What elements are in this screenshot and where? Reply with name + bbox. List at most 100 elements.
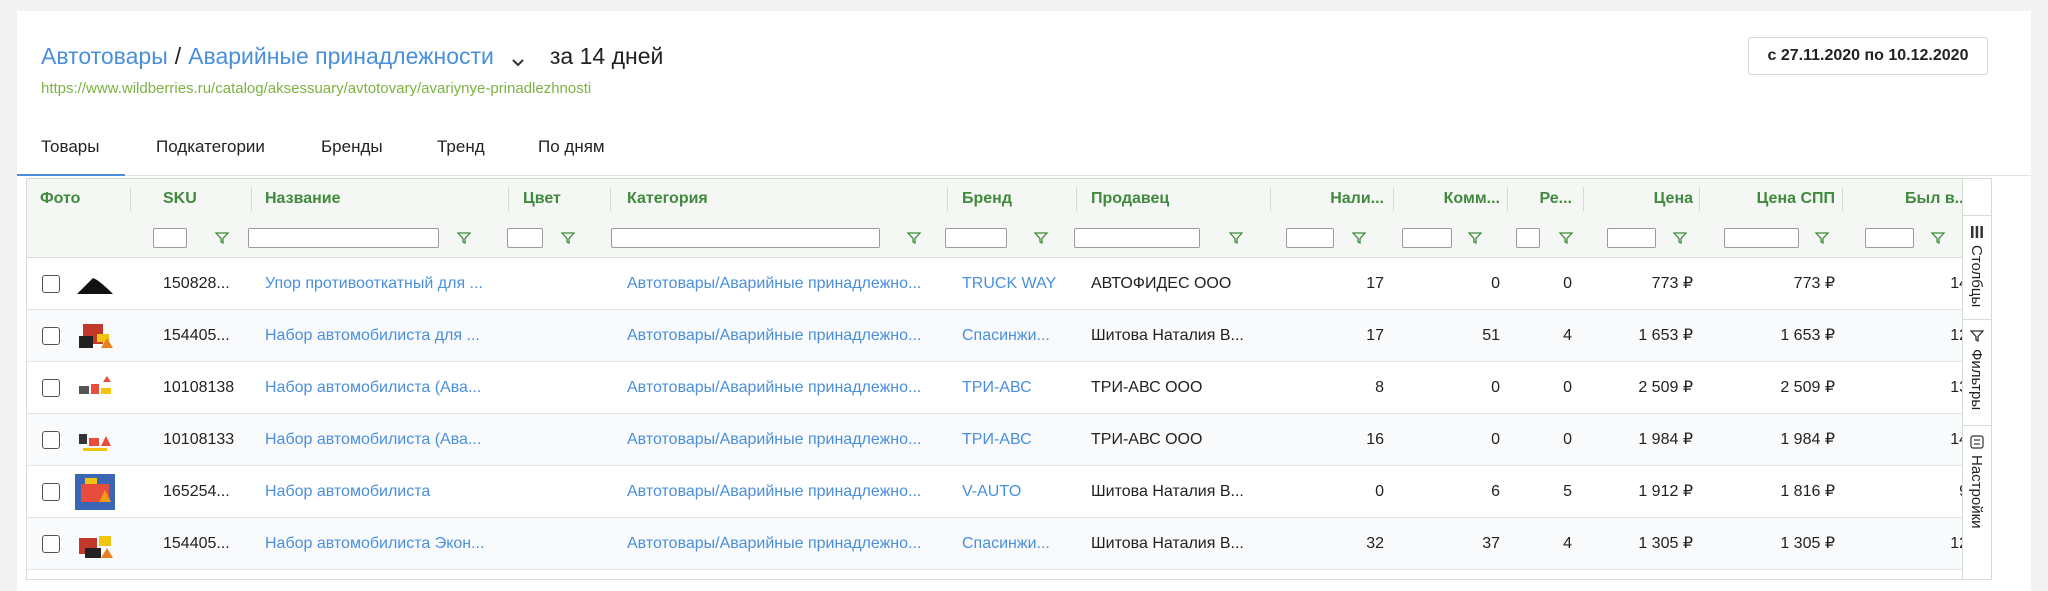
- product-thumbnail[interactable]: [75, 526, 115, 562]
- brand-link[interactable]: V-AUTO: [962, 466, 1068, 517]
- column-header-photo[interactable]: Фото: [40, 179, 80, 219]
- seller-filter-input[interactable]: [1074, 228, 1200, 248]
- table-row[interactable]: 10108138 Набор автомобилиста (Ава... Авт…: [27, 362, 1989, 414]
- table-row[interactable]: 154405... Набор автомобилиста Экон... Ав…: [27, 518, 1989, 570]
- category-link[interactable]: Автотовары/Аварийные принадлежно...: [627, 414, 939, 465]
- product-name-link[interactable]: Набор автомобилиста: [265, 466, 497, 517]
- table-row[interactable]: 165254... Набор автомобилиста Автотовары…: [27, 466, 1989, 518]
- filter-icon[interactable]: [215, 231, 229, 245]
- tab-by-days[interactable]: По дням: [538, 137, 605, 157]
- brand-link[interactable]: ТРИ-АВС: [962, 362, 1068, 413]
- column-divider[interactable]: [1699, 187, 1700, 211]
- column-divider[interactable]: [1076, 187, 1077, 211]
- product-name-link[interactable]: Набор автомобилиста (Ава...: [265, 414, 497, 465]
- column-header-reviews[interactable]: Ре...: [1512, 179, 1572, 219]
- product-thumbnail[interactable]: [75, 422, 115, 458]
- column-divider[interactable]: [130, 187, 131, 211]
- stock-filter-input[interactable]: [1286, 228, 1334, 248]
- row-checkbox[interactable]: [42, 431, 60, 449]
- product-thumbnail[interactable]: [75, 318, 115, 354]
- filter-icon[interactable]: [1815, 231, 1829, 245]
- column-header-was-in-stock[interactable]: Был в...: [1847, 179, 1968, 219]
- filter-icon[interactable]: [1931, 231, 1945, 245]
- name-filter-input[interactable]: [248, 228, 439, 248]
- breadcrumb-current-link[interactable]: Аварийные принадлежности: [188, 43, 494, 70]
- brand-link[interactable]: Спасинжи...: [962, 310, 1068, 361]
- product-name-link[interactable]: Набор автомобилиста (Ава...: [265, 362, 497, 413]
- filter-icon[interactable]: [457, 231, 471, 245]
- category-link[interactable]: Автотовары/Аварийные принадлежно...: [627, 518, 939, 569]
- tab-subcategories[interactable]: Подкатегории: [156, 137, 265, 157]
- reviews-filter-input[interactable]: [1516, 228, 1540, 248]
- filter-icon[interactable]: [1034, 231, 1048, 245]
- column-divider[interactable]: [1270, 187, 1271, 211]
- column-divider[interactable]: [1842, 187, 1843, 211]
- category-link[interactable]: Автотовары/Аварийные принадлежно...: [627, 310, 939, 361]
- category-filter-input[interactable]: [611, 228, 880, 248]
- row-checkbox[interactable]: [42, 275, 60, 293]
- color-filter-input[interactable]: [507, 228, 543, 248]
- tab-products[interactable]: Товары: [16, 137, 127, 176]
- product-thumbnail[interactable]: [75, 266, 115, 302]
- filter-icon[interactable]: [1468, 231, 1482, 245]
- category-url[interactable]: https://www.wildberries.ru/catalog/akses…: [41, 80, 591, 97]
- filter-icon[interactable]: [1352, 231, 1366, 245]
- brand-filter-input[interactable]: [945, 228, 1007, 248]
- product-thumbnail[interactable]: [75, 370, 115, 406]
- category-link[interactable]: Автотовары/Аварийные принадлежно...: [627, 362, 939, 413]
- product-name-link[interactable]: Набор автомобилиста для ...: [265, 310, 497, 361]
- price-filter-input[interactable]: [1607, 228, 1656, 248]
- column-divider[interactable]: [610, 187, 611, 211]
- was-in-stock-filter-input[interactable]: [1865, 228, 1914, 248]
- column-header-seller[interactable]: Продавец: [1091, 179, 1169, 219]
- breadcrumb-root-link[interactable]: Автотовары: [41, 43, 168, 70]
- side-tab-settings[interactable]: Настройки: [1963, 425, 1991, 581]
- filter-icon[interactable]: [561, 231, 575, 245]
- category-link[interactable]: Автотовары/Аварийные принадлежно...: [627, 466, 939, 517]
- filter-icon[interactable]: [1559, 231, 1573, 245]
- product-thumbnail[interactable]: [75, 474, 115, 510]
- filter-icon[interactable]: [1229, 231, 1243, 245]
- brand-link[interactable]: ТРИ-АВС: [962, 414, 1068, 465]
- brand-link[interactable]: TRUCK WAY: [962, 258, 1068, 309]
- chevron-down-icon[interactable]: [510, 49, 526, 66]
- table-row[interactable]: 10108133 Набор автомобилиста (Ава... Авт…: [27, 414, 1989, 466]
- tab-trend[interactable]: Тренд: [437, 137, 485, 157]
- table-row[interactable]: 154405... Набор автомобилиста для ... Ав…: [27, 310, 1989, 362]
- row-checkbox[interactable]: [42, 483, 60, 501]
- column-divider[interactable]: [1583, 187, 1584, 211]
- column-header-brand[interactable]: Бренд: [962, 179, 1012, 219]
- product-name-link[interactable]: Набор автомобилиста Экон...: [265, 518, 497, 569]
- column-divider[interactable]: [251, 187, 252, 211]
- column-header-stock[interactable]: Нали...: [1277, 179, 1384, 219]
- table-row[interactable]: 150828... Упор противооткатный для ... А…: [27, 258, 1989, 310]
- side-tab-filters[interactable]: Фильтры: [1963, 319, 1991, 426]
- table-header: Фото SKU Название Цвет Категория Бренд П…: [27, 179, 1989, 220]
- date-range-button[interactable]: с 27.11.2020 по 10.12.2020: [1748, 37, 1988, 75]
- sku-filter-input[interactable]: [153, 228, 187, 248]
- column-header-sku[interactable]: SKU: [163, 179, 197, 219]
- column-header-price[interactable]: Цена: [1587, 179, 1693, 219]
- column-divider[interactable]: [508, 187, 509, 211]
- column-header-comments[interactable]: Комм...: [1397, 179, 1500, 219]
- column-divider[interactable]: [947, 187, 948, 211]
- stock-cell: 8: [1375, 379, 1384, 396]
- column-header-category[interactable]: Категория: [627, 179, 708, 219]
- row-checkbox[interactable]: [42, 379, 60, 397]
- product-name-link[interactable]: Упор противооткатный для ...: [265, 258, 497, 309]
- row-checkbox[interactable]: [42, 535, 60, 553]
- price-spp-filter-input[interactable]: [1724, 228, 1799, 248]
- column-header-price-spp[interactable]: Цена СПП: [1703, 179, 1835, 219]
- category-link[interactable]: Автотовары/Аварийные принадлежно...: [627, 258, 939, 309]
- column-header-name[interactable]: Название: [265, 179, 341, 219]
- column-header-color[interactable]: Цвет: [523, 179, 561, 219]
- filter-icon[interactable]: [1673, 231, 1687, 245]
- filter-icon[interactable]: [907, 231, 921, 245]
- column-divider[interactable]: [1393, 187, 1394, 211]
- brand-link[interactable]: Спасинжи...: [962, 518, 1068, 569]
- comments-filter-input[interactable]: [1402, 228, 1452, 248]
- column-divider[interactable]: [1507, 187, 1508, 211]
- row-checkbox[interactable]: [42, 327, 60, 345]
- side-tab-columns[interactable]: Столбцы: [1963, 215, 1991, 320]
- tab-brands[interactable]: Бренды: [321, 137, 383, 157]
